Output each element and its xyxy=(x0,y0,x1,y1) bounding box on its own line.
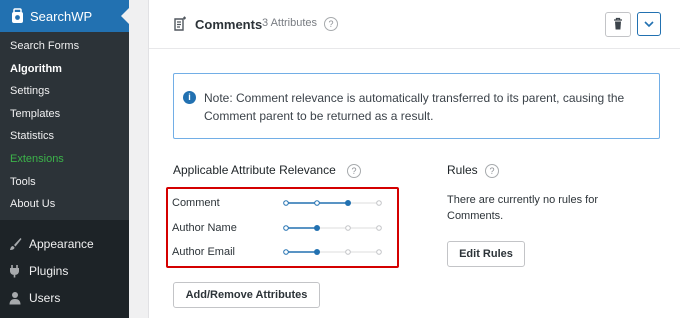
submenu-item-tools[interactable]: Tools xyxy=(10,176,36,188)
sidebar-item-searchwp[interactable]: SearchWP xyxy=(0,0,129,32)
user-icon xyxy=(9,292,21,305)
sidebar-item-users[interactable]: Users xyxy=(0,285,129,311)
submenu-item-templates[interactable]: Templates xyxy=(10,108,60,120)
help-icon[interactable]: ? xyxy=(347,164,361,178)
rules-section-title: Rules xyxy=(447,163,478,177)
panel-header: Comments 3 Attributes ? xyxy=(149,0,680,49)
slider-step xyxy=(345,225,351,231)
submenu-item-settings[interactable]: Settings xyxy=(10,85,50,97)
sidebar-item-label: Appearance xyxy=(29,237,94,251)
slider-step xyxy=(376,200,382,206)
admin-sidebar: SearchWP Search Forms Algorithm Settings… xyxy=(0,0,129,318)
attribute-count: 3 Attributes xyxy=(262,17,318,29)
sidebar-item-label: Plugins xyxy=(29,264,69,278)
current-menu-arrow xyxy=(121,8,129,24)
slider-step xyxy=(283,200,289,206)
attribute-label-author-email: Author Email xyxy=(172,246,235,258)
plugin-icon xyxy=(10,265,19,278)
slider-step xyxy=(314,200,320,206)
searchwp-submenu: Search Forms Algorithm Settings Template… xyxy=(0,32,129,220)
sidebar-plugin-title: SearchWP xyxy=(30,9,93,24)
searchwp-logo-icon xyxy=(12,8,23,23)
submenu-item-about-us[interactable]: About Us xyxy=(10,198,55,210)
relevance-note: i Note: Comment relevance is automatical… xyxy=(173,73,660,139)
sidebar-item-plugins[interactable]: Plugins xyxy=(0,258,129,284)
paintbrush-icon xyxy=(10,238,22,250)
comments-source-icon xyxy=(174,16,186,31)
slider-step xyxy=(345,249,351,255)
note-text: Note: Comment relevance is automatically… xyxy=(204,91,625,123)
help-icon[interactable]: ? xyxy=(485,164,499,178)
trash-icon xyxy=(614,17,622,30)
delete-source-button[interactable] xyxy=(605,12,631,37)
relevance-slider-author-name[interactable] xyxy=(282,224,383,232)
submenu-item-search-forms[interactable]: Search Forms xyxy=(10,40,79,52)
submenu-item-statistics[interactable]: Statistics xyxy=(10,130,54,142)
slider-handle[interactable] xyxy=(314,249,320,255)
add-remove-attributes-button[interactable]: Add/Remove Attributes xyxy=(173,282,320,308)
relevance-slider-comment[interactable] xyxy=(282,199,383,207)
chevron-down-icon xyxy=(644,21,654,28)
submenu-item-extensions[interactable]: Extensions xyxy=(10,153,64,165)
edit-rules-button[interactable]: Edit Rules xyxy=(447,241,525,267)
collapse-toggle-button[interactable] xyxy=(637,12,661,36)
slider-step xyxy=(283,225,289,231)
rules-empty-text: There are currently no rules for Comment… xyxy=(447,194,599,222)
submenu-item-algorithm[interactable]: Algorithm xyxy=(10,63,62,75)
slider-step xyxy=(376,249,382,255)
sidebar-item-label: Users xyxy=(29,291,61,305)
relevance-section-title: Applicable Attribute Relevance xyxy=(173,163,336,177)
panel-title: Comments xyxy=(195,17,263,32)
slider-handle[interactable] xyxy=(314,225,320,231)
slider-step xyxy=(376,225,382,231)
attribute-label-author-name: Author Name xyxy=(172,222,237,234)
relevance-slider-author-email[interactable] xyxy=(282,248,383,256)
slider-handle[interactable] xyxy=(345,200,351,206)
help-icon[interactable]: ? xyxy=(324,17,338,31)
attribute-label-comment: Comment xyxy=(172,197,220,209)
sidebar-item-appearance[interactable]: Appearance xyxy=(0,231,129,257)
info-icon: i xyxy=(183,91,196,104)
source-panel-comments: Comments 3 Attributes ? i Note: Comment … xyxy=(148,0,680,318)
slider-step xyxy=(283,249,289,255)
